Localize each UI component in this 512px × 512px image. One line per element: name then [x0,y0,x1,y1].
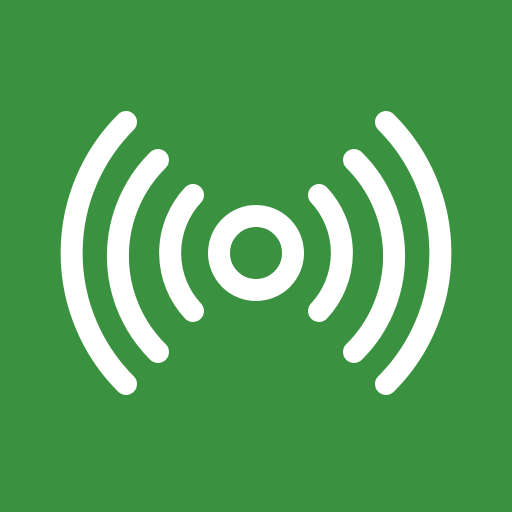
icon-tile [0,0,512,512]
broadcast-signal-icon [0,0,512,512]
